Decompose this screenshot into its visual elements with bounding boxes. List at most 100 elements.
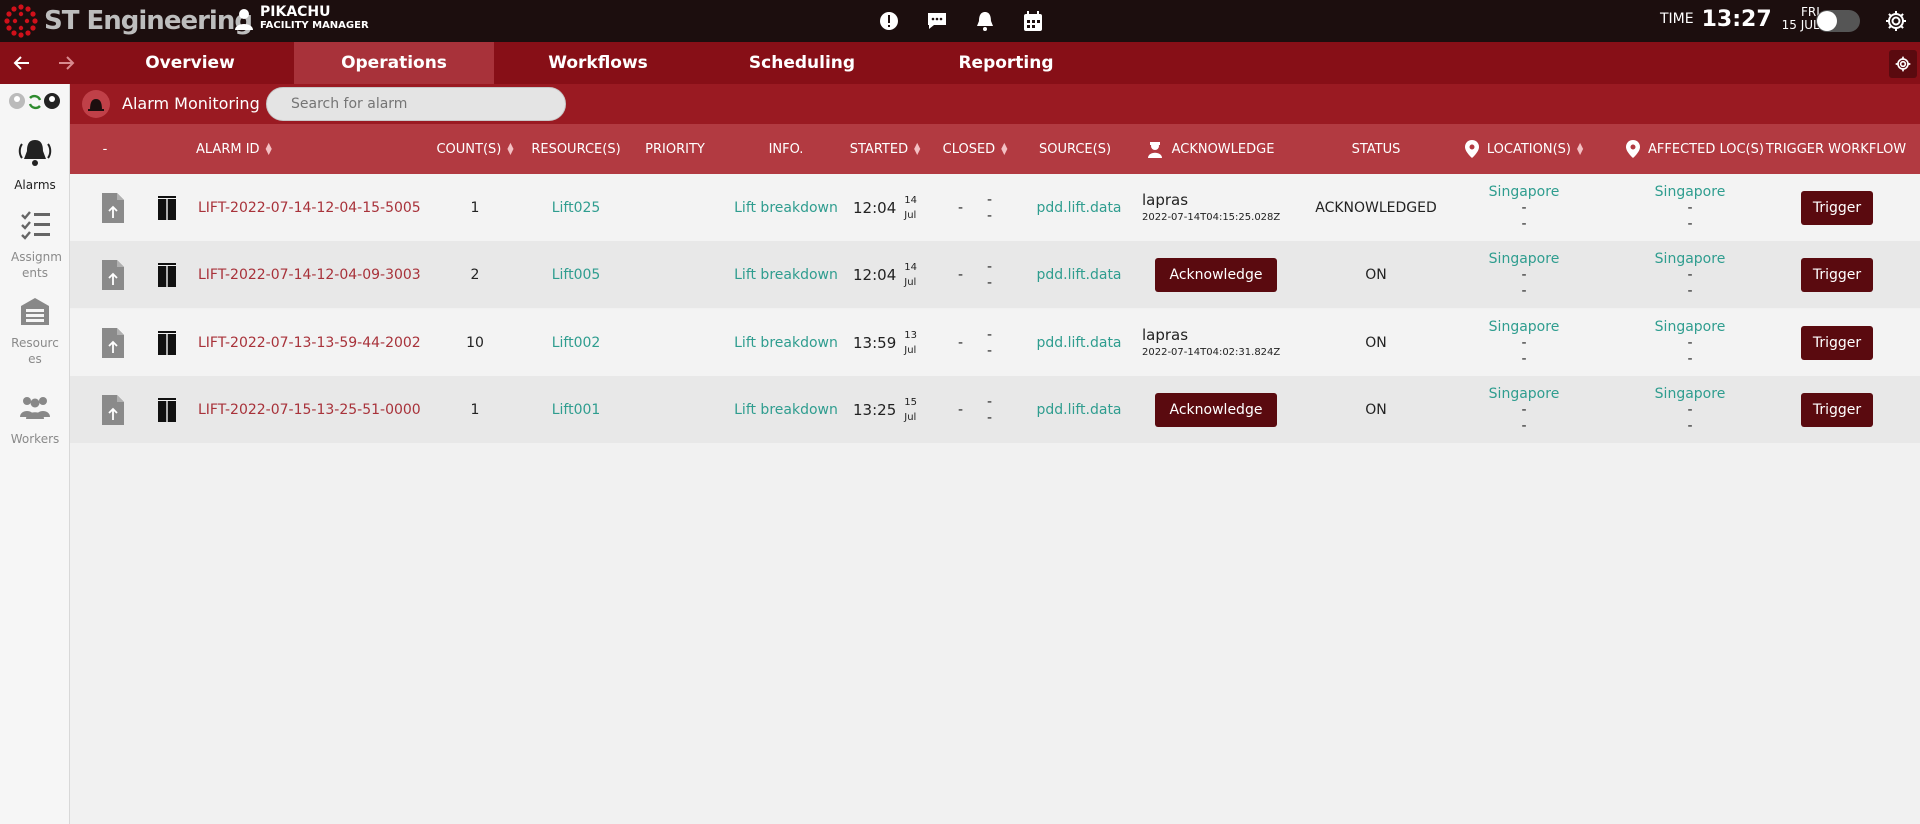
info-link[interactable]: Lift breakdown bbox=[726, 309, 846, 376]
closed-time: - bbox=[957, 199, 963, 216]
calendar-icon[interactable] bbox=[1020, 8, 1046, 34]
affected-location-b: - bbox=[1687, 215, 1693, 232]
tab-operations[interactable]: Operations bbox=[294, 42, 494, 84]
alarm-id-link[interactable]: LIFT-2022-07-14-12-04-15-5005 bbox=[198, 174, 421, 241]
sidebar-item-workers[interactable]: Workers bbox=[0, 390, 70, 447]
col-header-priority: PRIORITY bbox=[645, 141, 705, 157]
forward-arrow-icon[interactable] bbox=[54, 51, 78, 75]
info-link[interactable]: Lift breakdown bbox=[726, 376, 846, 443]
col-header-started[interactable]: STARTED ▲ ▼ bbox=[840, 124, 930, 174]
acknowledge-cell: Acknowledge bbox=[1136, 241, 1296, 308]
sidebar-label-alarms: Alarms bbox=[14, 178, 56, 192]
location-link[interactable]: Singapore bbox=[1489, 251, 1560, 267]
source-link[interactable]: pdd.lift.data bbox=[1024, 241, 1134, 308]
sidebar-item-alarms[interactable]: Alarms bbox=[0, 136, 70, 193]
brand-logo[interactable]: ST Engineering bbox=[4, 4, 253, 38]
source-link[interactable]: pdd.lift.data bbox=[1024, 309, 1134, 376]
started-cell: 13:25 15 Jul bbox=[840, 376, 930, 443]
trigger-workflow-button[interactable]: Trigger bbox=[1801, 392, 1873, 427]
started-month: Jul bbox=[904, 411, 917, 423]
alarm-id-link[interactable]: LIFT-2022-07-13-13-59-44-2002 bbox=[198, 309, 421, 376]
col-header-locations[interactable]: LOCATION(S) ▲ ▼ bbox=[1454, 124, 1594, 174]
back-arrow-icon[interactable] bbox=[10, 51, 34, 75]
table-row[interactable]: LIFT-2022-07-13-13-59-44-2002 10 Lift002… bbox=[70, 309, 1920, 376]
source-link[interactable]: pdd.lift.data bbox=[1024, 174, 1134, 241]
priority-cell bbox=[630, 174, 720, 241]
sidebar-label-assignments: Assignm ents bbox=[11, 250, 62, 280]
closed-cell: - - - bbox=[930, 241, 1020, 308]
tab-scheduling[interactable]: Scheduling bbox=[702, 42, 902, 84]
trigger-cell: Trigger bbox=[1792, 309, 1882, 376]
affected-location-link[interactable]: Singapore bbox=[1655, 184, 1726, 200]
user-switch[interactable] bbox=[8, 92, 62, 112]
nav-settings-button[interactable] bbox=[1889, 50, 1917, 78]
location-link[interactable]: Singapore bbox=[1489, 184, 1560, 200]
col-header-alarm-id[interactable]: ALARM ID ▲ ▼ bbox=[196, 124, 286, 174]
resource-link[interactable]: Lift005 bbox=[526, 241, 626, 308]
info-link[interactable]: Lift breakdown bbox=[726, 174, 846, 241]
trigger-workflow-button[interactable]: Trigger bbox=[1801, 325, 1873, 360]
download-file-icon[interactable] bbox=[98, 241, 128, 308]
chat-icon[interactable] bbox=[924, 8, 950, 34]
download-file-icon[interactable] bbox=[98, 309, 128, 376]
sidebar: Alarms Assignm ents Resourc es Workers bbox=[0, 84, 70, 824]
tab-workflows[interactable]: Workflows bbox=[498, 42, 698, 84]
col-header-resources: RESOURCE(S) bbox=[531, 141, 621, 157]
download-file-icon[interactable] bbox=[98, 376, 128, 443]
download-file-icon[interactable] bbox=[98, 174, 128, 241]
affected-location-link[interactable]: Singapore bbox=[1655, 386, 1726, 402]
trigger-workflow-button[interactable]: Trigger bbox=[1801, 257, 1873, 292]
affected-location-a: - bbox=[1687, 401, 1693, 418]
table-row[interactable]: LIFT-2022-07-14-12-04-09-3003 2 Lift005 … bbox=[70, 241, 1920, 308]
sort-icon: ▲ ▼ bbox=[914, 141, 921, 156]
col-header-acknowledge-label: ACKNOWLEDGE bbox=[1171, 141, 1275, 157]
affected-location-link[interactable]: Singapore bbox=[1655, 319, 1726, 335]
tab-overview[interactable]: Overview bbox=[90, 42, 290, 84]
acknowledged-info: lapras 2022-07-14T04:02:31.824Z bbox=[1142, 325, 1280, 361]
acknowledge-button[interactable]: Acknowledge bbox=[1155, 392, 1277, 427]
source-link[interactable]: pdd.lift.data bbox=[1024, 376, 1134, 443]
resource-link[interactable]: Lift001 bbox=[526, 376, 626, 443]
resource-link[interactable]: Lift002 bbox=[526, 309, 626, 376]
started-month: Jul bbox=[904, 276, 917, 288]
current-date: 15 JUL bbox=[1781, 18, 1820, 32]
col-header-locations-label: LOCATION(S) bbox=[1486, 141, 1571, 157]
alarm-id-link[interactable]: LIFT-2022-07-14-12-04-09-3003 bbox=[198, 241, 421, 308]
acknowledged-by: lapras bbox=[1142, 190, 1189, 209]
affected-location-a: - bbox=[1687, 334, 1693, 351]
location-link[interactable]: Singapore bbox=[1489, 319, 1560, 335]
info-link[interactable]: Lift breakdown bbox=[726, 241, 846, 308]
closed-cell: - - - bbox=[930, 174, 1020, 241]
col-header-count[interactable]: COUNT(S) ▲ ▼ bbox=[430, 124, 520, 174]
location-link[interactable]: Singapore bbox=[1489, 386, 1560, 402]
col-header-count-label: COUNT(S) bbox=[436, 141, 502, 157]
priority-cell bbox=[630, 241, 720, 308]
theme-toggle[interactable] bbox=[1816, 10, 1860, 32]
toggle-knob bbox=[1817, 11, 1837, 31]
settings-gear-icon[interactable] bbox=[1884, 9, 1908, 33]
affected-location-link[interactable]: Singapore bbox=[1655, 251, 1726, 267]
closed-b: - bbox=[987, 207, 993, 224]
trigger-workflow-button[interactable]: Trigger bbox=[1801, 190, 1873, 225]
acknowledge-cell: lapras 2022-07-14T04:15:25.028Z bbox=[1136, 174, 1296, 241]
table-row[interactable]: LIFT-2022-07-14-12-04-15-5005 1 Lift025 … bbox=[70, 174, 1920, 241]
affected-location-cell: Singapore - - bbox=[1620, 241, 1760, 308]
alarm-id-link[interactable]: LIFT-2022-07-15-13-25-51-0000 bbox=[198, 376, 421, 443]
alert-icon[interactable] bbox=[876, 8, 902, 34]
alarm-search-input[interactable] bbox=[266, 87, 566, 121]
sort-icon: ▲ ▼ bbox=[1576, 141, 1584, 156]
resource-link[interactable]: Lift025 bbox=[526, 174, 626, 241]
table-row[interactable]: LIFT-2022-07-15-13-25-51-0000 1 Lift001 … bbox=[70, 376, 1920, 443]
notification-bell-icon[interactable] bbox=[972, 8, 998, 34]
user-profile[interactable]: PIKACHU FACILITY MANAGER bbox=[234, 5, 369, 32]
tab-reporting[interactable]: Reporting bbox=[906, 42, 1106, 84]
col-header-closed[interactable]: CLOSED ▲ ▼ bbox=[930, 124, 1020, 174]
lift-icon bbox=[152, 241, 182, 308]
acknowledge-button[interactable]: Acknowledge bbox=[1155, 257, 1277, 292]
alarm-monitoring-header: Alarm Monitoring bbox=[70, 84, 1920, 124]
col-header-sources: SOURCE(S) bbox=[1038, 141, 1112, 157]
worker-icon bbox=[1147, 142, 1162, 158]
sidebar-item-assignments[interactable]: Assignm ents bbox=[0, 208, 70, 281]
started-day: 14 bbox=[904, 194, 917, 206]
sidebar-item-resources[interactable]: Resourc es bbox=[0, 294, 70, 367]
